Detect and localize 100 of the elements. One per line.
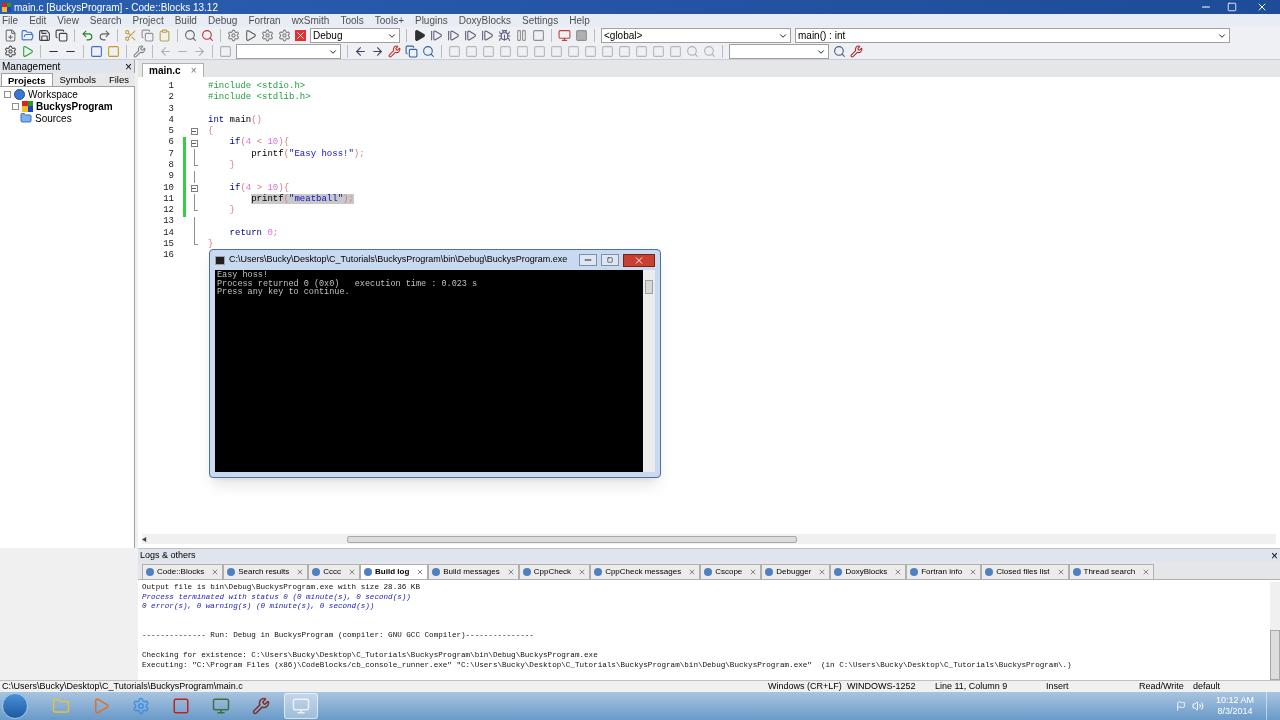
menu-item[interactable]: Plugins: [414, 13, 448, 28]
forward-icon[interactable]: [371, 45, 384, 58]
vertical-scrollbar[interactable]: [1270, 582, 1280, 680]
find-icon[interactable]: [422, 45, 435, 58]
menu-item[interactable]: Fortran: [248, 13, 281, 28]
close-button[interactable]: ×: [125, 60, 132, 73]
paste-icon[interactable]: [158, 29, 171, 42]
menu-item[interactable]: Search: [89, 13, 122, 28]
fold-icon[interactable]: [190, 139, 198, 147]
flag-icon[interactable]: [1175, 701, 1186, 711]
log-tab[interactable]: CppCheck messages: [590, 564, 701, 579]
menu-item[interactable]: View: [57, 13, 79, 28]
arrow-left-icon[interactable]: [159, 45, 172, 58]
pause-icon[interactable]: [515, 29, 528, 42]
menu-item[interactable]: Tools+: [374, 13, 404, 28]
frame-icon[interactable]: [90, 45, 103, 58]
highlight-icon[interactable]: [388, 45, 401, 58]
vertical-scrollbar[interactable]: [643, 270, 655, 472]
step-into-icon[interactable]: [447, 29, 460, 42]
volume-icon[interactable]: [1191, 700, 1204, 712]
menu-item[interactable]: Build: [174, 13, 197, 28]
open-folder-icon[interactable]: [21, 29, 34, 42]
menu-item[interactable]: wxSmith: [291, 13, 330, 28]
stop-icon[interactable]: [295, 30, 306, 41]
log-tab[interactable]: Cccc: [308, 564, 361, 579]
log-tab[interactable]: DoxyBlocks: [830, 564, 907, 579]
wrench-icon[interactable]: [133, 45, 146, 58]
minimize-icon[interactable]: [579, 254, 597, 266]
menu-item[interactable]: File: [2, 13, 19, 28]
debug-icon[interactable]: [413, 29, 426, 42]
redo-icon[interactable]: [98, 29, 111, 42]
play-icon[interactable]: [21, 45, 34, 58]
layout-icon[interactable]: [516, 45, 529, 58]
next-icon[interactable]: [481, 29, 494, 42]
menu-item[interactable]: Debug: [207, 13, 238, 28]
rebuild-icon[interactable]: [278, 29, 291, 42]
dropdown[interactable]: Debug: [310, 28, 400, 43]
start-button[interactable]: [2, 693, 28, 719]
cut-icon[interactable]: [124, 29, 137, 42]
menu-item[interactable]: DoxyBlocks: [458, 13, 512, 28]
dropdown[interactable]: <global>: [601, 28, 791, 43]
step-out-icon[interactable]: [464, 29, 477, 42]
run-icon[interactable]: [244, 29, 257, 42]
horizontal-scrollbar[interactable]: [142, 534, 1276, 544]
window-icon[interactable]: [558, 29, 571, 42]
wrench-icon[interactable]: [850, 45, 863, 58]
dropdown[interactable]: [729, 44, 829, 59]
layout-icon[interactable]: [618, 45, 631, 58]
maximize-icon[interactable]: [601, 254, 619, 266]
new-file-icon[interactable]: [4, 29, 17, 42]
log-tab[interactable]: Search results: [223, 564, 309, 579]
bug-icon[interactable]: [498, 29, 511, 42]
log-tab[interactable]: Thread search: [1068, 564, 1155, 579]
log-tab[interactable]: Cscope: [700, 564, 762, 579]
log-tab[interactable]: Closed files list: [981, 564, 1069, 579]
gear-icon[interactable]: [4, 45, 17, 58]
layout-icon[interactable]: [652, 45, 665, 58]
close-icon[interactable]: [623, 253, 655, 267]
menu-item[interactable]: Edit: [29, 13, 47, 28]
log-tab[interactable]: Build messages: [428, 564, 519, 579]
search-icon[interactable]: [833, 45, 846, 58]
square-icon[interactable]: [575, 29, 588, 42]
layout-icon[interactable]: [669, 45, 682, 58]
save-icon[interactable]: [38, 29, 51, 42]
log-tab[interactable]: Debugger: [761, 564, 831, 579]
replace-icon[interactable]: [201, 29, 214, 42]
log-tab[interactable]: Build log: [360, 564, 429, 579]
back-icon[interactable]: [354, 45, 367, 58]
settings-icon[interactable]: [227, 29, 240, 42]
step-icon[interactable]: [430, 29, 443, 42]
layout-icon[interactable]: [635, 45, 648, 58]
link-icon[interactable]: [405, 45, 418, 58]
editor-tab[interactable]: main.c ×: [142, 63, 204, 77]
scroll-left-icon[interactable]: [142, 536, 147, 542]
copy-icon[interactable]: [141, 29, 154, 42]
build-run-icon[interactable]: [261, 29, 274, 42]
close-icon[interactable]: [1256, 1, 1268, 13]
log-tab[interactable]: CppCheck: [518, 564, 591, 579]
dropdown[interactable]: main() : int: [795, 28, 1230, 43]
save-all-icon[interactable]: [55, 29, 68, 42]
close-button[interactable]: ×: [1271, 549, 1278, 562]
panel-tab[interactable]: Projects: [1, 73, 53, 86]
restore-icon[interactable]: [1227, 2, 1237, 12]
layout-icon[interactable]: [533, 45, 546, 58]
zoom-out-icon[interactable]: [703, 45, 716, 58]
log-tab[interactable]: Fortran info: [906, 564, 982, 579]
stop-icon[interactable]: [532, 29, 545, 42]
fold-icon[interactable]: [190, 184, 198, 192]
console-window[interactable]: C:\Users\Bucky\Desktop\C_Tutorials\BuckysProgram\bin\Debug\BuckysProgram.exe Easy hoss! Process returned 0 (0x0) execution time : 0.023 s Press any key to continue.: [209, 249, 661, 478]
fold-icon[interactable]: [190, 128, 198, 136]
search-icon[interactable]: [184, 29, 197, 42]
layout-icon[interactable]: [601, 45, 614, 58]
menu-item[interactable]: Settings: [522, 13, 559, 28]
undo-icon[interactable]: [81, 29, 94, 42]
menu-item[interactable]: Project: [132, 13, 164, 28]
dropdown[interactable]: [236, 44, 341, 59]
menu-item[interactable]: Tools: [340, 13, 364, 28]
zoom-in-icon[interactable]: [686, 45, 699, 58]
menu-item[interactable]: Help: [569, 13, 590, 28]
log-tab[interactable]: Code::Blocks: [142, 564, 224, 579]
